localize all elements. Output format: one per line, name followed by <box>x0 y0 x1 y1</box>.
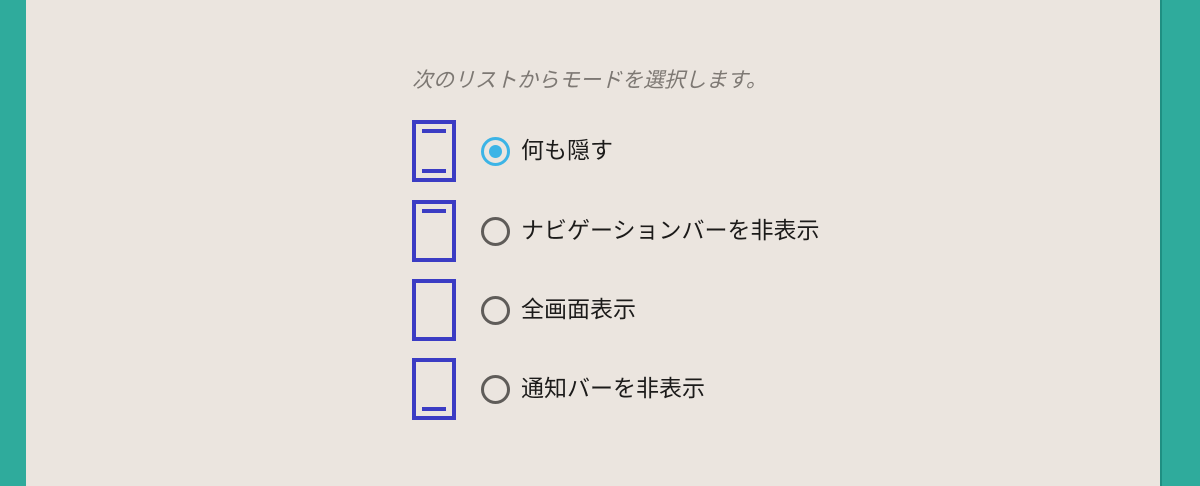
device-navbar-and-statusbar-icon <box>412 120 456 182</box>
mode-option-label: ナビゲーションバーを非表示 <box>521 218 820 244</box>
radio-button-selected[interactable] <box>481 137 510 166</box>
radio-button[interactable] <box>481 296 510 325</box>
device-fullscreen-icon <box>412 279 456 341</box>
instruction-text: 次のリストからモードを選択します。 <box>412 68 767 92</box>
mode-option-label: 何も隠す <box>521 138 613 164</box>
mode-option-label: 通知バーを非表示 <box>521 376 705 402</box>
device-statusbar-only-icon <box>412 200 456 262</box>
mode-selection-panel: 次のリストからモードを選択します。 何も隠す ナビゲーションバーを非表示 全画面… <box>26 0 1162 486</box>
radio-button[interactable] <box>481 375 510 404</box>
device-navbar-only-icon <box>412 358 456 420</box>
mode-option-label: 全画面表示 <box>521 297 636 323</box>
radio-button[interactable] <box>481 217 510 246</box>
